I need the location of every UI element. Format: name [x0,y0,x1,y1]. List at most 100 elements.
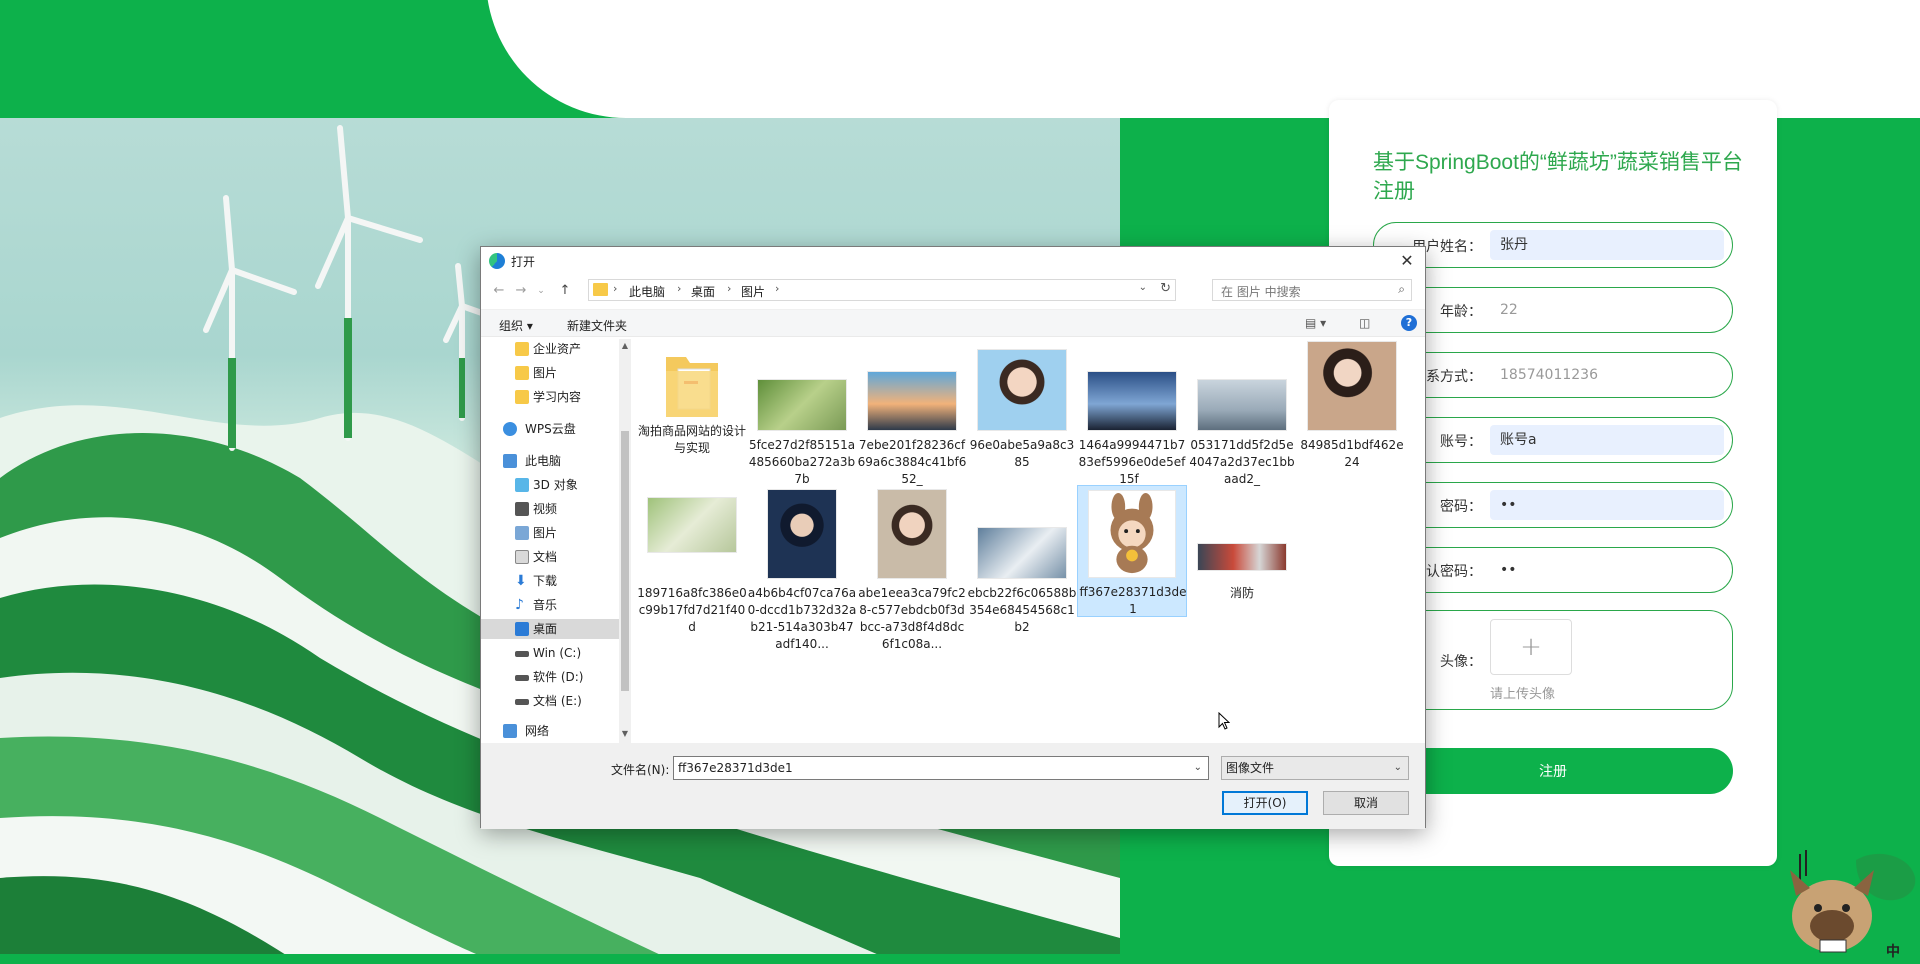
close-icon[interactable]: ✕ [1395,249,1419,273]
dialog-navbar: ← → ⌄ ↑ › 此电脑 › 桌面 › 图片 › ⌄ ↻ 在 图片 中搜索 ⌕ [481,277,1425,305]
fire-photo-thumbnail [1197,543,1287,571]
open-button[interactable]: 打开(O) [1222,791,1308,815]
glasses-man-photo-thumbnail [877,489,947,579]
breadcrumb-desktop[interactable]: 桌面 [691,283,715,300]
organize-button[interactable]: 组织 ▾ [499,317,533,334]
refresh-icon[interactable]: ↻ [1160,281,1171,296]
computer-icon [503,454,517,468]
nav-item-pictures[interactable]: 图片 [481,523,619,543]
dialog-footer: 文件名(N): ff367e28371d3de1 ⌄ 图像文件 ⌄ 打开(O) … [481,743,1425,829]
confirm-password-input[interactable]: •• [1490,555,1724,585]
address-bar[interactable]: › 此电脑 › 桌面 › 图片 › ⌄ ↻ [588,279,1176,301]
nav-item-study-content[interactable]: 学习内容 [481,387,619,407]
nav-item-drive-d[interactable]: 软件 (D:) [481,667,619,687]
preview-pane-icon[interactable]: ◫ [1359,316,1370,330]
file-item-selected[interactable]: ff367e28371d3de1 [1077,485,1187,617]
chevron-right-icon: › [727,282,732,295]
folder-icon [593,283,608,296]
cat-photo-thumbnail [757,379,847,431]
phone-field[interactable]: 联系方式： 18574011236 [1373,352,1733,398]
file-item-folder[interactable]: 淘拍商品网站的设计与实现 [637,341,747,471]
age-label: 年龄： [1440,304,1482,320]
view-options-icon[interactable]: ▤ ▾ [1305,316,1326,330]
dog-mascot-image: 中 [1790,850,1916,960]
filetype-select[interactable]: 图像文件 ⌄ [1221,756,1409,780]
nav-item-music[interactable]: ♪ 音乐 [481,595,619,615]
password-field[interactable]: 密码： •• [1373,482,1733,528]
file-item-image[interactable]: 1464a9994471b783ef5996e0de5ef15f_ [1077,341,1187,486]
confirm-password-field[interactable]: 确认密码： •• [1373,547,1733,593]
sea-photo-thumbnail [1197,379,1287,431]
back-arrow-icon[interactable]: ← [489,281,509,301]
register-button[interactable]: 注册 [1373,748,1733,794]
help-icon[interactable]: ? [1401,315,1417,331]
password-input[interactable]: •• [1490,490,1724,520]
nav-item-label: WPS云盘 [525,422,576,436]
file-name: 7ebe201f28236cf69a6c3884c41bf652_ [857,438,967,486]
dialog-titlebar[interactable]: 打开 ✕ [481,247,1425,275]
file-name: a4b6b4cf07ca76a0-dccd1b732d32ab21-514a30… [747,586,857,651]
nav-item-desktop[interactable]: 桌面 [481,619,619,639]
password-label: 密码： [1440,499,1482,515]
edge-browser-icon [489,253,505,269]
woman-photo-thumbnail [1307,341,1397,431]
file-name: 84985d1bdf462e24 [1300,438,1404,469]
scroll-down-icon[interactable]: ▼ [620,729,630,738]
name-input[interactable]: 张丹 [1490,230,1724,260]
bunny-cartoon-thumbnail [1088,490,1176,578]
age-input[interactable]: 22 [1490,295,1724,325]
nav-item-label: 软件 (D:) [533,670,584,684]
file-item-image[interactable]: 053171dd5f2d5e4047a2d37ec1bbaad2_ [1187,341,1297,486]
nav-item-pictures-folder[interactable]: 图片 [481,363,619,383]
breadcrumb-pictures[interactable]: 图片 [741,283,765,300]
file-item-image[interactable]: a4b6b4cf07ca76a0-dccd1b732d32ab21-514a30… [747,489,857,651]
forward-arrow-icon[interactable]: → [511,281,531,301]
filename-label: 文件名(N): [611,763,670,777]
new-folder-button[interactable]: 新建文件夹 [567,317,627,334]
file-item-image[interactable]: 84985d1bdf462e24 [1297,341,1407,471]
file-item-image[interactable]: 96e0abe5a9a8c385 [967,341,1077,471]
phone-input[interactable]: 18574011236 [1490,360,1724,390]
file-item-image[interactable]: 5fce27d2f85151a485660ba272a3b7b [747,341,857,486]
nav-item-documents[interactable]: 文档 [481,547,619,567]
nav-item-label: 文档 [533,550,558,564]
name-field[interactable]: 用户姓名： 张丹 [1373,222,1733,268]
nav-item-label: 学习内容 [533,390,582,404]
filename-input[interactable]: ff367e28371d3de1 ⌄ [673,756,1209,780]
nav-item-downloads[interactable]: ⬇ 下载 [481,571,619,591]
file-item-image[interactable]: 189716a8fc386e0c99b17fd7d21f40d [637,489,747,634]
nav-pane-scrollbar[interactable]: ▲ ▼ [619,339,631,743]
nav-item-3d-objects[interactable]: 3D 对象 [481,475,619,495]
file-item-image[interactable]: 7ebe201f28236cf69a6c3884c41bf652_ [857,341,967,486]
registration-title: 基于SpringBoot的“鲜蔬坊”蔬菜销售平台注册 [1373,151,1743,203]
breadcrumb-this-pc[interactable]: 此电脑 [629,283,665,300]
account-input[interactable]: 账号a [1490,425,1724,455]
scrollbar-thumb[interactable] [621,431,629,691]
search-icon: ⌕ [1398,282,1405,296]
nav-item-videos[interactable]: 视频 [481,499,619,519]
cancel-button[interactable]: 取消 [1323,791,1409,815]
search-input[interactable]: 在 图片 中搜索 ⌕ [1212,279,1412,301]
drive-icon [515,675,529,681]
nav-item-drive-c[interactable]: Win (C:) [481,643,619,663]
account-field[interactable]: 账号： 账号a [1373,417,1733,463]
music-note-icon: ♪ [515,597,524,613]
scroll-up-icon[interactable]: ▲ [620,341,630,350]
file-item-image[interactable]: ebcb22f6c06588b354e68454568c1b2 [967,489,1077,634]
nav-item-enterprise-assets[interactable]: 企业资产 [481,339,619,359]
portrait-photo-thumbnail [977,349,1067,431]
nav-item-drive-e[interactable]: 文档 (E:) [481,691,619,711]
chevron-down-icon[interactable]: ⌄ [1194,757,1202,779]
file-item-image[interactable]: 消防 [1187,489,1297,619]
file-item-image[interactable]: abe1eea3ca79fc28-c577ebdcb0f3dbcc-a73d8f… [857,489,967,651]
nav-item-network[interactable]: 网络 [481,721,619,741]
folder-icon [515,390,529,404]
up-arrow-icon[interactable]: ↑ [555,281,575,301]
chevron-down-icon[interactable]: ⌄ [1139,282,1147,293]
recent-dropdown-icon[interactable]: ⌄ [531,281,551,301]
avatar-upload-button[interactable]: + [1490,619,1572,675]
nav-item-this-pc[interactable]: 此电脑 [481,451,619,471]
file-list: 淘拍商品网站的设计与实现 5fce27d2f85151a485660ba272a… [633,339,1425,743]
age-field[interactable]: 年龄： 22 [1373,287,1733,333]
nav-item-wps-cloud[interactable]: WPS云盘 [481,419,619,439]
